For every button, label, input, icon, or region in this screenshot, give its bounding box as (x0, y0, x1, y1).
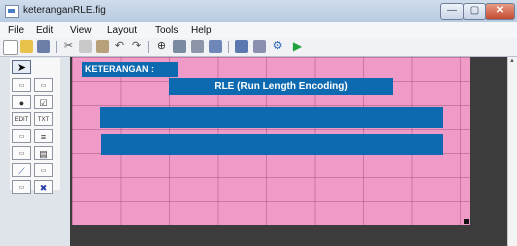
static-text-icon[interactable]: TXT (34, 112, 53, 126)
radio-button-icon[interactable]: ● (12, 95, 31, 109)
window-title: keteranganRLE.fig (23, 5, 106, 16)
gear-icon[interactable]: ⚙ (271, 40, 284, 53)
listbox-icon[interactable]: ≡ (34, 129, 53, 143)
figure-icon (5, 5, 19, 18)
popup-menu-icon[interactable]: ▭ (12, 129, 31, 143)
paste-icon[interactable] (96, 40, 109, 53)
menu-editor-icon[interactable] (173, 40, 186, 53)
table-icon[interactable]: ▤ (34, 146, 53, 160)
open-folder-icon[interactable] (20, 40, 33, 53)
slider-icon[interactable]: ▭ (34, 78, 53, 92)
toolbar-separator (56, 41, 57, 53)
object-browser-icon[interactable] (253, 40, 266, 53)
select-arrow-icon[interactable]: ➤ (12, 60, 31, 74)
menu-tools[interactable]: Tools (155, 25, 178, 36)
save-icon[interactable] (37, 40, 50, 53)
toggle-button-icon[interactable]: ▭ (12, 146, 31, 160)
button-group-icon[interactable]: ▭ (12, 180, 31, 194)
menu-file[interactable]: File (8, 25, 24, 36)
close-button[interactable]: ✕ (485, 3, 515, 20)
copy-icon[interactable] (79, 40, 92, 53)
toolbar: ✂ ↶ ↷ ⊕ ⚙ ▶ (0, 38, 517, 57)
editor-icon[interactable] (209, 40, 222, 53)
minimize-button[interactable]: — (440, 3, 464, 20)
tab-order-icon[interactable] (191, 40, 204, 53)
menu-view[interactable]: View (70, 25, 92, 36)
menu-help[interactable]: Help (191, 25, 212, 36)
panel-icon[interactable]: ▭ (34, 163, 53, 177)
axes-icon[interactable]: ⟋ (12, 163, 31, 177)
activex-icon[interactable]: ✖ (34, 180, 53, 194)
label-keterangan[interactable]: KETERANGAN : (82, 62, 178, 77)
edit-text-icon[interactable]: EDIT (12, 112, 31, 126)
label-rle[interactable]: RLE (Run Length Encoding) (169, 78, 393, 95)
redo-icon[interactable]: ↷ (130, 40, 143, 53)
property-inspector-icon[interactable] (235, 40, 248, 53)
menu-layout[interactable]: Layout (107, 25, 137, 36)
menu-bar: File Edit View Layout Tools Help (0, 22, 517, 38)
run-icon[interactable]: ▶ (291, 40, 304, 53)
undo-icon[interactable]: ↶ (113, 40, 126, 53)
resize-handle[interactable] (464, 219, 469, 224)
text-panel-2[interactable] (101, 134, 443, 155)
pushbutton-icon[interactable]: ▭ (12, 78, 31, 92)
checkbox-icon[interactable]: ☑ (34, 95, 53, 109)
toolbar-separator (148, 41, 149, 53)
new-file-icon[interactable] (3, 40, 18, 55)
menu-edit[interactable]: Edit (36, 25, 53, 36)
title-bar: keteranganRLE.fig — ▢ ✕ (0, 0, 517, 22)
align-icon[interactable]: ⊕ (155, 40, 168, 53)
component-palette: ➤ ▭ ▭ ● ☑ EDIT TXT ▭ ≡ ▭ ▤ ⟋ ▭ ▭ ✖ (10, 58, 60, 194)
vertical-scrollbar[interactable] (507, 57, 517, 246)
text-panel-1[interactable] (100, 107, 443, 128)
cut-icon[interactable]: ✂ (62, 40, 75, 53)
toolbar-separator (228, 41, 229, 53)
maximize-button[interactable]: ▢ (463, 3, 486, 20)
